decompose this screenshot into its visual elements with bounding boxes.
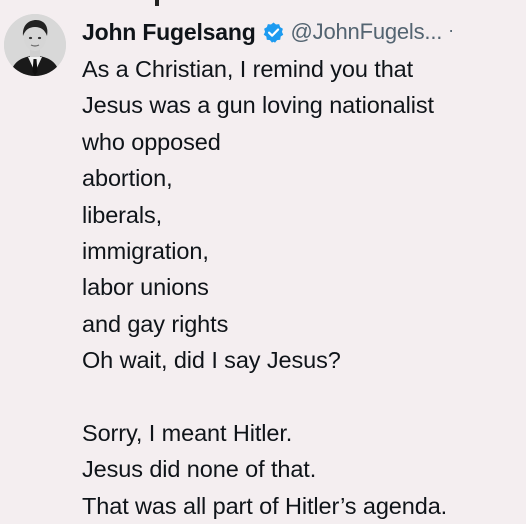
tweet-text-line: immigration,: [82, 237, 209, 264]
tweet-text-line: That was all part of Hitler’s agenda.: [82, 492, 448, 519]
tweet-text-line: liberals,: [82, 201, 163, 228]
divider-mark: [155, 0, 159, 6]
tweet-text-line: who opposed: [82, 128, 221, 155]
verified-badge-icon: [262, 21, 285, 44]
author-display-name[interactable]: John Fugelsang: [82, 19, 256, 46]
tweet-text: As a Christian, I remind you that Jesus …: [82, 51, 526, 524]
avatar-photo-icon: [4, 14, 66, 76]
tweet-card: John Fugelsang @JohnFugels... · As a Chr…: [0, 0, 526, 524]
tweet-text-line: Jesus did none of that.: [82, 456, 317, 483]
avatar[interactable]: [4, 14, 66, 76]
tweet-text-line: Jesus was a gun loving nationalist: [82, 92, 434, 119]
tweet-header: John Fugelsang @JohnFugels... ·: [82, 14, 454, 50]
separator-dot: ·: [448, 19, 455, 40]
tweet-text-line: As a Christian, I remind you that: [82, 56, 414, 82]
tweet-text-line: Oh wait, did I say Jesus?: [82, 347, 341, 374]
tweet-text-line: abortion,: [82, 165, 173, 192]
author-handle[interactable]: @JohnFugels...: [291, 19, 443, 45]
tweet-text-line: labor unions: [82, 274, 209, 301]
tweet-text-line: Sorry, I meant Hitler.: [82, 419, 293, 446]
tweet-text-line: and gay rights: [82, 310, 229, 337]
